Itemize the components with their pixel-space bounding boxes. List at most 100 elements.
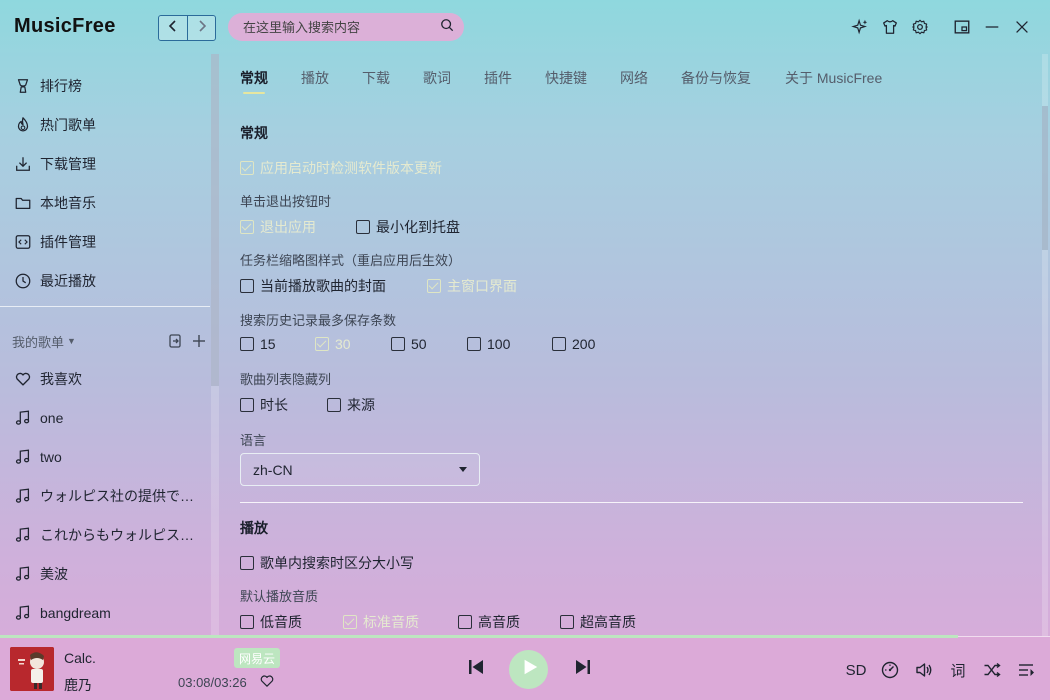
sidebar-scrollbar[interactable] [211, 54, 219, 636]
exit-app-checkbox[interactable]: 退出应用 [240, 217, 316, 237]
checkbox-box[interactable] [327, 398, 341, 412]
playlist-item[interactable]: これからもウォルピス社... [0, 517, 210, 553]
checkbox-box[interactable] [240, 337, 254, 351]
checkbox-box[interactable] [552, 337, 566, 351]
checkbox-box[interactable] [240, 615, 254, 629]
checkbox-box[interactable] [240, 220, 254, 234]
fire-icon [13, 115, 33, 135]
checkbox-box[interactable] [240, 279, 254, 293]
album-cover[interactable] [10, 647, 54, 691]
shuffle-icon[interactable] [980, 658, 1004, 682]
sidebar-item-downloads[interactable]: 下载管理 [0, 146, 210, 182]
volume-icon[interactable] [912, 658, 936, 682]
mini-mode-icon[interactable] [950, 15, 974, 39]
tab-shortcuts[interactable]: 快捷键 [545, 68, 587, 88]
playlist-item[interactable]: 美波 [0, 556, 210, 592]
checkbox-box[interactable] [240, 398, 254, 412]
next-button[interactable] [571, 659, 595, 679]
thumb-window-checkbox[interactable]: 主窗口界面 [427, 276, 517, 296]
playlist-item[interactable]: bangdream [0, 595, 210, 631]
checkbox-box[interactable] [560, 615, 574, 629]
tab-about[interactable]: 关于 MusicFree [785, 68, 882, 88]
quality-button[interactable]: SD [844, 658, 868, 682]
speed-icon[interactable] [878, 658, 902, 682]
hide-duration-checkbox[interactable]: 时长 [240, 395, 288, 415]
music-note-icon [13, 486, 33, 506]
sidebar-item-recent[interactable]: 最近播放 [0, 263, 210, 299]
checkbox-box[interactable] [343, 615, 357, 629]
checkbox-box[interactable] [427, 279, 441, 293]
sidebar-scroll-thumb[interactable] [211, 54, 219, 386]
playlist-queue-icon[interactable] [1014, 658, 1038, 682]
search-input[interactable] [243, 19, 440, 35]
playlist-item[interactable]: two [0, 439, 210, 475]
back-button[interactable] [159, 16, 187, 40]
previous-button[interactable] [464, 659, 488, 679]
checkbox-box[interactable] [240, 556, 254, 570]
sparkle-icon[interactable] [848, 15, 872, 39]
history-100-checkbox[interactable]: 100 [467, 336, 510, 352]
history-200-checkbox[interactable]: 200 [552, 336, 595, 352]
minimize-tray-checkbox[interactable]: 最小化到托盘 [356, 217, 460, 237]
checkbox-box[interactable] [467, 337, 481, 351]
playlist-label: 美波 [40, 566, 68, 582]
forward-button[interactable] [187, 16, 215, 40]
checkbox-box[interactable] [315, 337, 329, 351]
playlist-item-favorites[interactable]: 我喜欢 [0, 361, 210, 397]
playback-progress-fill [0, 635, 958, 638]
sidebar-item-hot-playlists[interactable]: 热门歌单 [0, 107, 210, 143]
tab-plugins[interactable]: 插件 [484, 68, 512, 88]
settings-scrollbar[interactable] [1042, 54, 1048, 636]
checkbox-label: 低音质 [260, 614, 302, 630]
sidebar-item-plugins[interactable]: 插件管理 [0, 224, 210, 260]
like-button[interactable] [257, 673, 277, 693]
quality-low-checkbox[interactable]: 低音质 [240, 612, 302, 632]
add-playlist-icon[interactable] [190, 332, 208, 350]
close-icon[interactable] [1010, 15, 1034, 39]
tab-backup[interactable]: 备份与恢复 [681, 68, 751, 88]
song-artist[interactable]: 鹿乃 [64, 675, 92, 695]
thumb-cover-checkbox[interactable]: 当前播放歌曲的封面 [240, 276, 386, 296]
play-button[interactable] [509, 650, 548, 689]
case-sensitive-checkbox[interactable]: 歌单内搜索时区分大小写 [240, 553, 414, 573]
my-playlists-title[interactable]: 我的歌单 [12, 332, 64, 351]
check-update-checkbox[interactable]: 应用启动时检测软件版本更新 [240, 158, 442, 178]
tab-network[interactable]: 网络 [620, 68, 648, 88]
playlist-item[interactable]: one [0, 400, 210, 436]
minimize-icon[interactable] [980, 15, 1004, 39]
settings-scroll-thumb[interactable] [1042, 106, 1048, 250]
sidebar-item-rankings[interactable]: 排行榜 [0, 68, 210, 104]
tab-playback[interactable]: 播放 [301, 68, 329, 88]
gear-icon[interactable] [908, 15, 932, 39]
checkbox-label: 当前播放歌曲的封面 [260, 278, 386, 294]
quality-standard-checkbox[interactable]: 标准音质 [343, 612, 419, 632]
language-select[interactable]: zh-CN [240, 453, 480, 486]
checkbox-box[interactable] [240, 161, 254, 175]
play-icon [518, 658, 539, 681]
sidebar-item-local-music[interactable]: 本地音乐 [0, 185, 210, 221]
checkbox-box[interactable] [356, 220, 370, 234]
playlist-label: ウォルピス社の提供でお... [40, 488, 200, 504]
song-title[interactable]: Calc. [64, 650, 96, 666]
playlist-item[interactable]: ウォルピス社の提供でお... [0, 478, 210, 514]
caret-down-icon[interactable]: ▼ [67, 336, 76, 346]
playlist-label: two [40, 449, 62, 465]
tab-download[interactable]: 下载 [362, 68, 390, 88]
history-50-checkbox[interactable]: 50 [391, 336, 427, 352]
import-playlist-icon[interactable] [166, 332, 184, 350]
hide-source-checkbox[interactable]: 来源 [327, 395, 375, 415]
quality-high-checkbox[interactable]: 高音质 [458, 612, 520, 632]
playback-progress[interactable] [0, 635, 1050, 638]
history-30-checkbox[interactable]: 30 [315, 336, 351, 352]
tshirt-icon[interactable] [878, 15, 902, 39]
lyrics-button[interactable]: 词 [946, 658, 970, 682]
search-icon[interactable] [440, 18, 454, 37]
quality-super-checkbox[interactable]: 超高音质 [560, 612, 636, 632]
history-15-checkbox[interactable]: 15 [240, 336, 276, 352]
checkbox-box[interactable] [391, 337, 405, 351]
checkbox-box[interactable] [458, 615, 472, 629]
default-quality-label: 默认播放音质 [240, 589, 319, 604]
music-note-icon [13, 408, 33, 428]
tab-lyrics[interactable]: 歌词 [423, 68, 451, 88]
tab-general[interactable]: 常规 [240, 68, 268, 94]
